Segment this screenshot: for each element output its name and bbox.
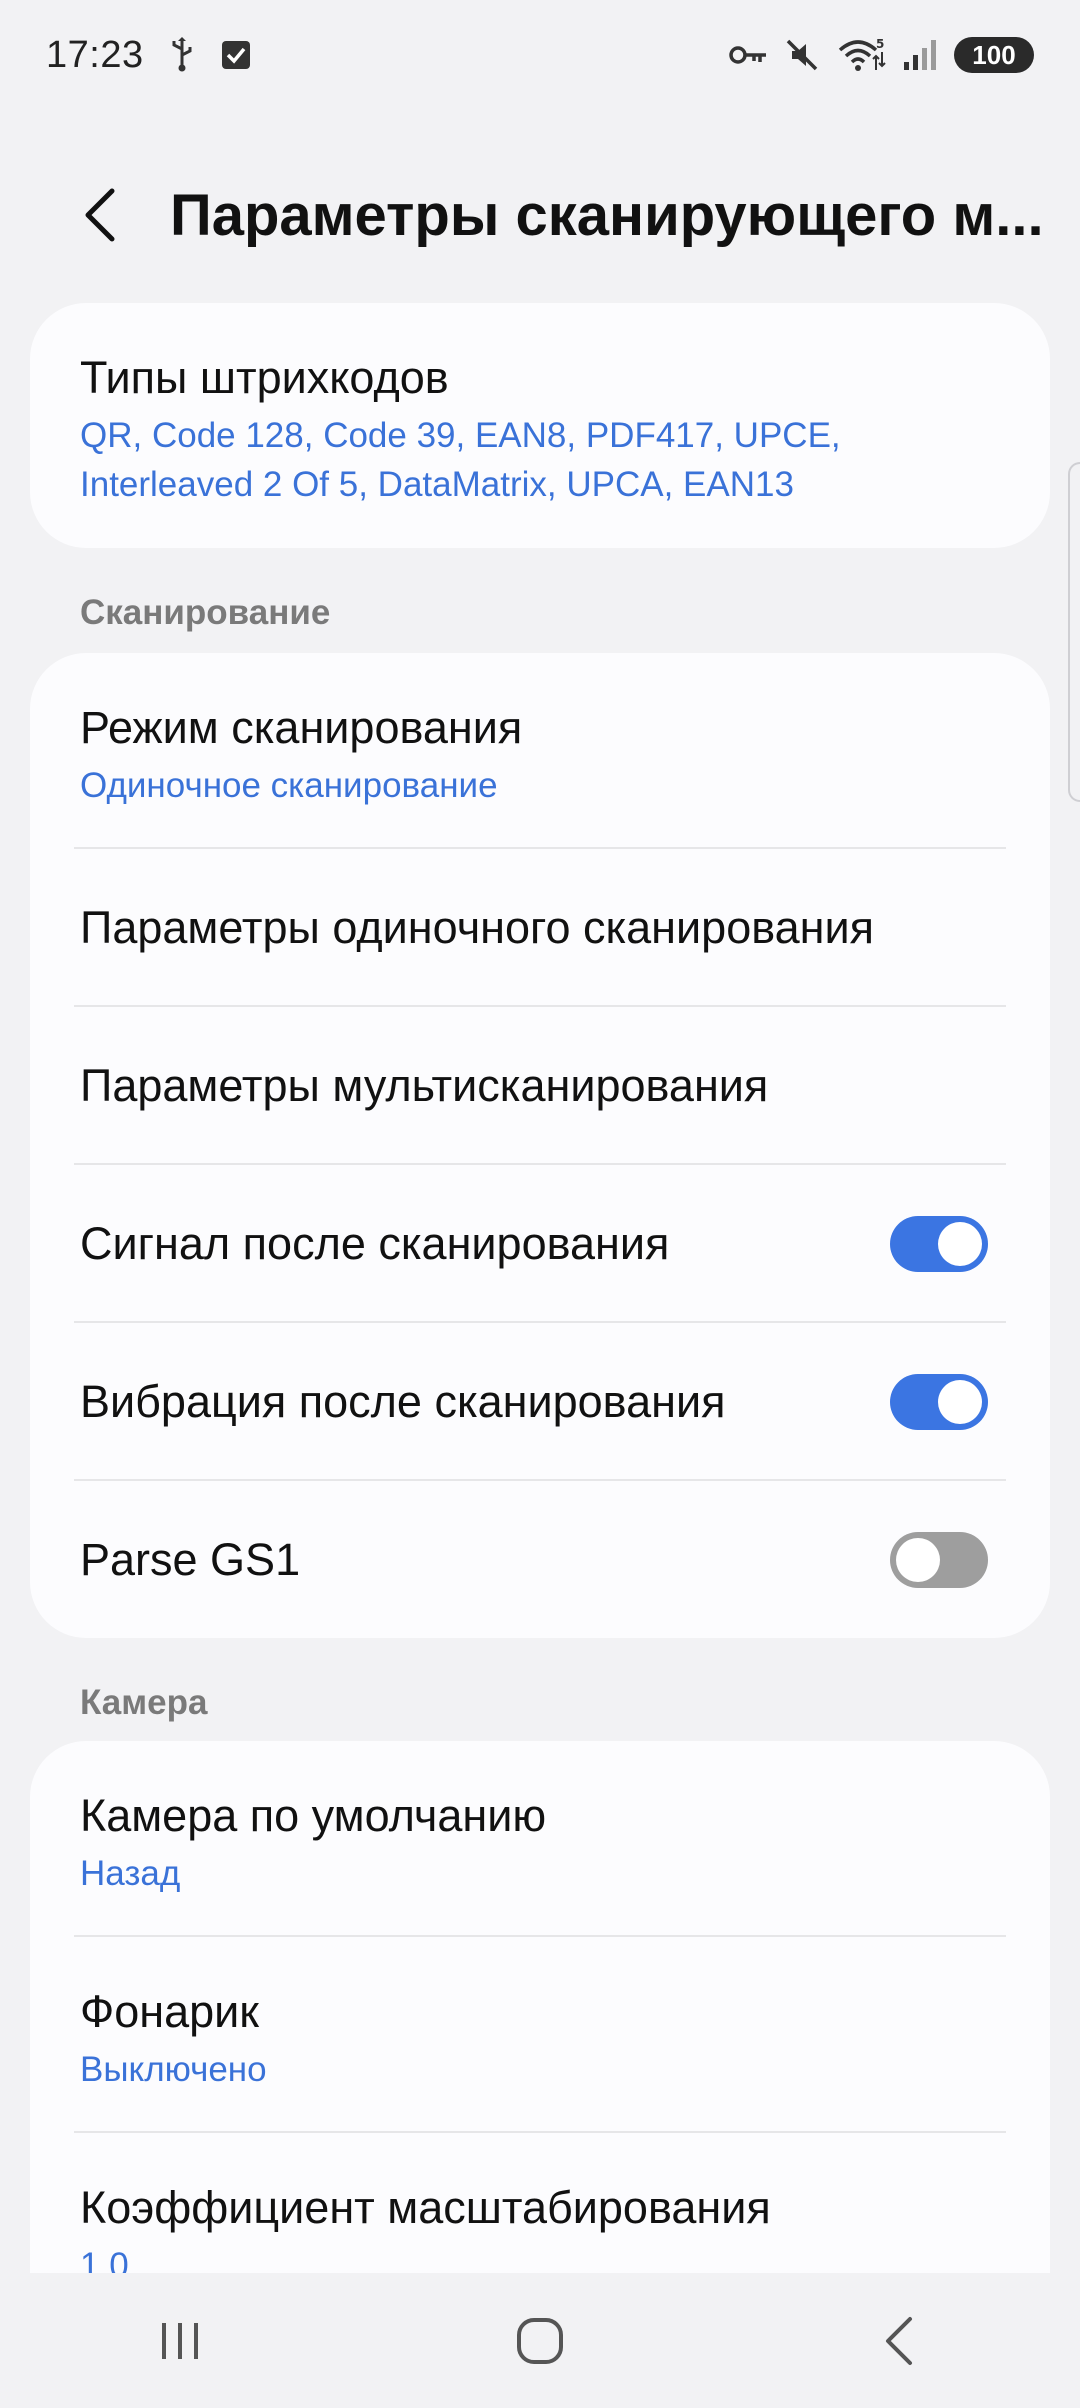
- parse-gs1-title: Parse GS1: [80, 1534, 301, 1585]
- single-scan-params-title: Параметры одиночного сканирования: [80, 902, 875, 953]
- nav-back-button[interactable]: [840, 2291, 960, 2391]
- default-camera-row[interactable]: Камера по умолчанию Назад: [30, 1741, 1050, 1937]
- recent-apps-button[interactable]: [120, 2291, 240, 2391]
- scan-vibration-toggle[interactable]: [890, 1374, 988, 1430]
- barcode-types-card[interactable]: Типы штрихкодов QR, Code 128, Code 39, E…: [30, 303, 1050, 548]
- scan-mode-title: Режим сканирования: [80, 702, 523, 753]
- scan-sound-toggle[interactable]: [890, 1216, 988, 1272]
- scan-vibration-row[interactable]: Вибрация после сканирования: [30, 1323, 1050, 1481]
- home-button[interactable]: [480, 2291, 600, 2391]
- page-title: Параметры сканирующего м...: [170, 182, 1044, 248]
- flashlight-title: Фонарик: [80, 1986, 259, 2037]
- status-bar: 17:23 5 100: [0, 0, 1080, 110]
- scan-vibration-title: Вибрация после сканирования: [80, 1376, 726, 1427]
- navigation-bar: [0, 2273, 1080, 2408]
- home-icon: [517, 2317, 563, 2364]
- scan-sound-title: Сигнал после сканирования: [80, 1218, 670, 1269]
- multi-scan-params-title: Параметры мультисканирования: [80, 1060, 769, 1111]
- usb-icon: [168, 37, 196, 73]
- barcode-types-value: QR, Code 128, Code 39, EAN8, PDF417, UPC…: [80, 416, 841, 504]
- screen: 17:23 5 100 Параметры сканирующего м... …: [0, 0, 1080, 2408]
- toggle-knob: [938, 1380, 982, 1424]
- recent-apps-icon: [162, 2322, 198, 2359]
- scan-mode-value: Одиночное сканирование: [80, 766, 498, 805]
- parse-gs1-toggle[interactable]: [890, 1532, 988, 1588]
- battery-indicator: 100: [954, 37, 1034, 73]
- status-right: 5 100: [728, 36, 1034, 74]
- wifi-icon: 5: [836, 36, 886, 74]
- multi-scan-params-row[interactable]: Параметры мультисканирования: [30, 1007, 1050, 1165]
- flashlight-row[interactable]: Фонарик Выключено: [30, 1937, 1050, 2133]
- single-scan-params-row[interactable]: Параметры одиночного сканирования: [30, 849, 1050, 1007]
- default-camera-title: Камера по умолчанию: [80, 1790, 547, 1841]
- toggle-knob: [938, 1222, 982, 1266]
- section-label-camera: Камера: [80, 1683, 208, 1722]
- vpn-key-icon: [728, 41, 768, 69]
- app-bar: Параметры сканирующего м...: [0, 150, 1080, 280]
- svg-text:5: 5: [876, 37, 884, 51]
- flashlight-value: Выключено: [80, 2050, 267, 2089]
- section-label-scanning: Сканирование: [80, 593, 331, 632]
- parse-gs1-row[interactable]: Parse GS1: [30, 1481, 1050, 1638]
- scanning-card: Режим сканирования Одиночное сканировани…: [30, 653, 1050, 1638]
- checkbox-icon: [220, 39, 252, 71]
- default-camera-value: Назад: [80, 1854, 181, 1893]
- chevron-left-icon: [85, 188, 115, 242]
- signal-icon: [902, 38, 938, 72]
- status-time: 17:23: [46, 33, 144, 76]
- scan-sound-row[interactable]: Сигнал после сканирования: [30, 1165, 1050, 1323]
- toggle-knob: [896, 1538, 940, 1582]
- barcode-types-title: Типы штрихкодов: [80, 352, 449, 403]
- mute-icon: [784, 37, 820, 73]
- zoom-factor-title: Коэффициент масштабирования: [80, 2182, 771, 2233]
- status-left: 17:23: [46, 34, 252, 77]
- scan-mode-row[interactable]: Режим сканирования Одиночное сканировани…: [30, 653, 1050, 849]
- barcode-types-row[interactable]: Типы штрихкодов QR, Code 128, Code 39, E…: [30, 303, 1050, 509]
- back-button[interactable]: [50, 165, 150, 265]
- back-icon: [886, 2316, 912, 2365]
- scroll-indicator[interactable]: [1068, 462, 1080, 802]
